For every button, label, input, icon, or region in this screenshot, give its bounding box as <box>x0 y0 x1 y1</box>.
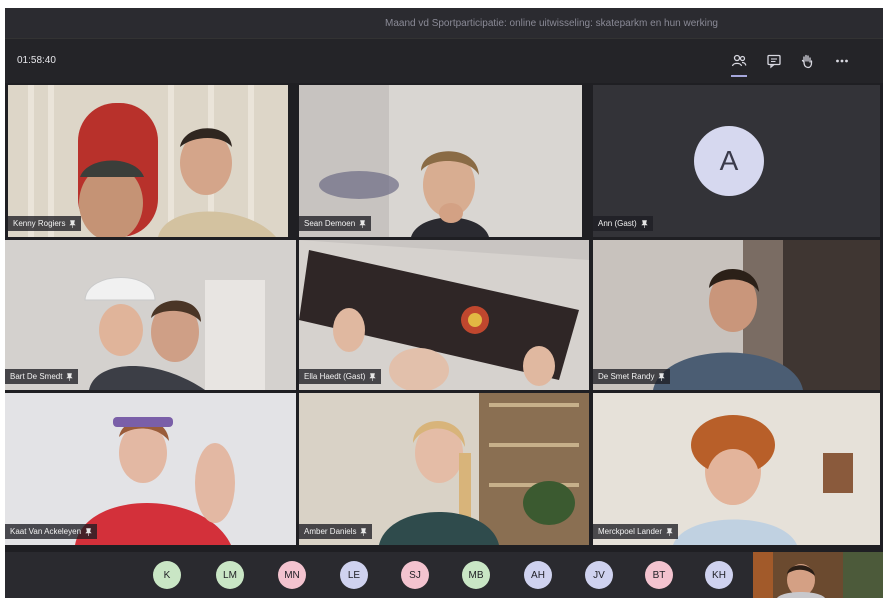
participant-name-label: Bart De Smedt <box>5 369 79 384</box>
pin-icon[interactable] <box>69 219 77 228</box>
participant-name-label: De Smet Randy <box>593 369 671 384</box>
pin-icon[interactable] <box>369 372 376 381</box>
participant-tile[interactable]: Kenny Rogiers <box>8 85 288 237</box>
pin-icon[interactable] <box>359 219 366 228</box>
participants-button[interactable] <box>725 47 753 77</box>
raise-hand-icon <box>801 54 813 69</box>
participant-avatar[interactable]: SJ <box>401 561 429 589</box>
participant-avatar[interactable]: JV <box>585 561 613 589</box>
overflow-participants-bar: K LM MN LE SJ MB AH JV BT KH <box>5 552 883 598</box>
video-feed <box>593 240 880 390</box>
participant-name-label: Kaat Van Ackeleyen <box>5 524 98 539</box>
participant-name-label: Ann (Gast) <box>593 216 653 231</box>
participant-name-label: Kenny Rogiers <box>8 216 82 231</box>
teams-meeting-window: Maand vd Sportparticipatie: online uitwi… <box>5 8 883 598</box>
participant-tile[interactable]: De Smet Randy <box>593 240 880 390</box>
meeting-toolbar: 01:58:40 <box>5 38 883 83</box>
video-feed <box>299 240 589 390</box>
participant-name-label: Sean Demoen <box>299 216 372 231</box>
chat-button[interactable] <box>760 47 788 75</box>
meeting-title: Maand vd Sportparticipatie: online uitwi… <box>385 18 718 29</box>
participant-avatar[interactable]: LE <box>340 561 368 589</box>
video-feed <box>753 552 883 598</box>
video-feed <box>5 393 296 545</box>
participant-avatar[interactable]: KH <box>705 561 733 589</box>
participant-tile[interactable]: Merckpoel Lander <box>593 393 880 545</box>
participant-tile[interactable]: Bart De Smedt <box>5 240 296 390</box>
more-options-button[interactable] <box>828 47 856 75</box>
participants-icon <box>731 54 747 67</box>
participant-name-label: Amber Daniels <box>299 524 373 539</box>
pin-icon[interactable] <box>641 219 648 228</box>
more-options-icon <box>836 59 848 63</box>
video-feed <box>299 85 582 237</box>
pin-icon[interactable] <box>666 527 673 536</box>
meeting-timer: 01:58:40 <box>17 55 56 66</box>
raise-hand-button[interactable] <box>793 47 821 75</box>
title-bar: Maand vd Sportparticipatie: online uitwi… <box>5 8 883 38</box>
participant-avatar[interactable]: BT <box>645 561 673 589</box>
participant-avatar[interactable]: LM <box>216 561 244 589</box>
participant-name-label: Ella Haedt (Gast) <box>299 369 382 384</box>
participant-tile[interactable]: Kaat Van Ackeleyen <box>5 393 296 545</box>
chat-icon <box>767 54 781 69</box>
self-view-video[interactable] <box>753 552 883 598</box>
video-feed <box>8 85 288 237</box>
pin-icon[interactable] <box>66 372 74 381</box>
participant-avatar[interactable]: MB <box>462 561 490 589</box>
pin-icon[interactable] <box>360 527 368 536</box>
participant-name-label: Merckpoel Lander <box>593 524 679 539</box>
participant-avatar[interactable]: MN <box>278 561 306 589</box>
video-feed <box>593 393 880 545</box>
participant-tile[interactable]: A Ann (Gast) <box>593 85 880 237</box>
participant-avatar[interactable]: AH <box>524 561 552 589</box>
video-grid: Kenny Rogiers Sean Demoen A Ann (Gast) B… <box>5 82 883 552</box>
participant-avatar[interactable]: K <box>153 561 181 589</box>
pin-icon[interactable] <box>85 527 92 536</box>
video-feed <box>5 240 296 390</box>
pin-icon[interactable] <box>658 372 666 381</box>
participant-tile[interactable]: Sean Demoen <box>299 85 582 237</box>
participant-tile[interactable]: Amber Daniels <box>299 393 589 545</box>
video-feed <box>299 393 589 545</box>
participant-avatar: A <box>694 126 764 196</box>
participant-tile[interactable]: Ella Haedt (Gast) <box>299 240 589 390</box>
